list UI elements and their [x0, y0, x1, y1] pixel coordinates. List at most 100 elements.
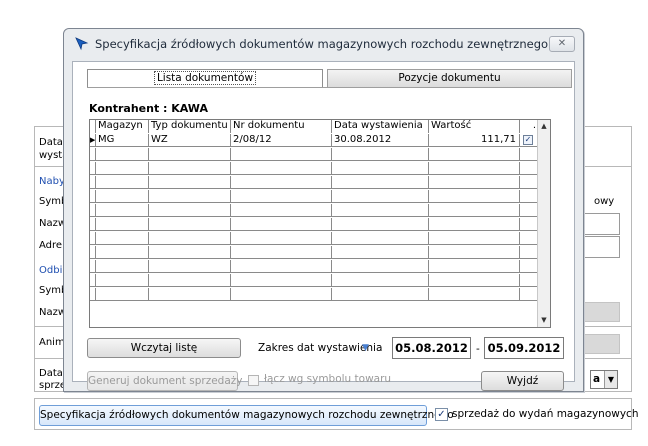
empty-cell[interactable]	[332, 162, 429, 175]
empty-cell[interactable]	[96, 218, 149, 231]
sales-checkbox[interactable]: ✓	[435, 408, 448, 421]
empty-table-row[interactable]	[90, 260, 539, 273]
empty-cell[interactable]	[149, 246, 231, 259]
empty-cell[interactable]	[149, 288, 231, 301]
empty-cell[interactable]	[149, 190, 231, 203]
empty-cell[interactable]	[429, 162, 520, 175]
empty-cell[interactable]	[231, 218, 332, 231]
empty-table-row[interactable]	[90, 232, 539, 245]
empty-cell[interactable]	[96, 190, 149, 203]
empty-cell[interactable]	[96, 148, 149, 161]
dialog-titlebar[interactable]: Specyfikacja źródłowych dokumentów magaz…	[64, 29, 583, 59]
app-arrow-icon	[75, 37, 89, 51]
empty-cell[interactable]	[429, 190, 520, 203]
bg-combo-box[interactable]: a ▼	[590, 370, 618, 389]
empty-cell[interactable]	[231, 176, 332, 189]
cell-issue-date[interactable]: 30.08.2012	[332, 134, 429, 147]
empty-cell[interactable]	[149, 232, 231, 245]
empty-table-row[interactable]	[90, 204, 539, 217]
empty-cell[interactable]	[149, 148, 231, 161]
empty-cell[interactable]	[149, 204, 231, 217]
empty-cell[interactable]	[332, 288, 429, 301]
empty-cell[interactable]	[231, 246, 332, 259]
empty-table-row[interactable]	[90, 274, 539, 287]
empty-cell[interactable]	[149, 162, 231, 175]
scroll-up-arrow-icon[interactable]: ▲	[538, 120, 550, 133]
empty-cell[interactable]	[231, 232, 332, 245]
scroll-down-arrow-icon[interactable]: ▼	[538, 314, 550, 327]
source-documents-spec-button[interactable]: Specyfikacja źródłowych dokumentów magaz…	[39, 405, 454, 426]
empty-table-row[interactable]	[90, 190, 539, 203]
empty-table-row[interactable]	[90, 288, 539, 301]
tab-document-items[interactable]: Pozycje dokumentu	[327, 69, 572, 88]
date-from-field[interactable]: 05.08.2012	[392, 337, 471, 359]
empty-cell[interactable]	[231, 274, 332, 287]
documents-grid[interactable]: Magazyn Typ dokumentu Nr dokumentu Data …	[89, 119, 551, 328]
empty-cell[interactable]	[96, 204, 149, 217]
empty-cell[interactable]	[231, 148, 332, 161]
empty-cell[interactable]	[429, 176, 520, 189]
empty-cell[interactable]	[332, 148, 429, 161]
load-list-button[interactable]: Wczytaj listę	[87, 338, 241, 358]
empty-table-row[interactable]	[90, 148, 539, 161]
empty-cell[interactable]	[429, 246, 520, 259]
empty-cell[interactable]	[429, 274, 520, 287]
col-header-warehouse[interactable]: Magazyn	[96, 120, 149, 133]
empty-cell[interactable]	[332, 204, 429, 217]
empty-cell[interactable]	[96, 288, 149, 301]
empty-cell[interactable]	[231, 190, 332, 203]
cell-value[interactable]: 111,71	[429, 134, 520, 147]
empty-cell[interactable]	[231, 260, 332, 273]
empty-cell[interactable]	[96, 232, 149, 245]
empty-cell[interactable]	[231, 162, 332, 175]
cell-doc-number[interactable]: 2/08/12	[231, 134, 332, 147]
bg-input-1[interactable]	[584, 213, 620, 235]
grid-vertical-scrollbar[interactable]: ▲ ▼	[537, 120, 550, 327]
empty-table-row[interactable]	[90, 176, 539, 189]
row-checkbox[interactable]: ✓	[523, 135, 533, 145]
empty-cell[interactable]	[332, 218, 429, 231]
empty-cell[interactable]	[149, 260, 231, 273]
empty-cell[interactable]	[231, 288, 332, 301]
tab-document-list[interactable]: Lista dokumentów	[87, 69, 323, 88]
empty-cell[interactable]	[149, 274, 231, 287]
cell-doc-type[interactable]: WZ	[149, 134, 231, 147]
col-header-issue-date[interactable]: Data wystawienia	[332, 120, 429, 133]
empty-cell[interactable]	[429, 232, 520, 245]
col-header-doc-type[interactable]: Typ dokumentu	[149, 120, 231, 133]
empty-cell[interactable]	[96, 176, 149, 189]
empty-cell[interactable]	[332, 190, 429, 203]
empty-cell[interactable]	[429, 204, 520, 217]
empty-table-row[interactable]	[90, 218, 539, 231]
group-by-symbol-checkbox[interactable]	[248, 375, 259, 386]
chevron-down-icon[interactable]: ▼	[604, 371, 617, 388]
empty-cell[interactable]	[149, 218, 231, 231]
empty-cell[interactable]	[429, 288, 520, 301]
empty-cell[interactable]	[96, 246, 149, 259]
empty-table-row[interactable]	[90, 162, 539, 175]
empty-table-row[interactable]	[90, 246, 539, 259]
empty-cell[interactable]	[332, 274, 429, 287]
empty-cell[interactable]	[96, 260, 149, 273]
col-header-value[interactable]: Wartość	[429, 120, 520, 133]
empty-cell[interactable]	[429, 218, 520, 231]
empty-cell[interactable]	[332, 232, 429, 245]
empty-cell[interactable]	[332, 176, 429, 189]
date-to-field[interactable]: 05.09.2012	[484, 337, 564, 359]
close-icon[interactable]: ✕	[549, 36, 575, 52]
empty-cell[interactable]	[332, 260, 429, 273]
empty-cell[interactable]	[96, 162, 149, 175]
table-row[interactable]: ▶ MG WZ 2/08/12 30.08.2012 111,71 ✓	[90, 134, 539, 147]
empty-cell[interactable]	[429, 260, 520, 273]
empty-cell[interactable]	[332, 246, 429, 259]
generate-sales-document-button[interactable]: Generuj dokument sprzedaży	[87, 371, 243, 391]
bg-input-2[interactable]	[584, 236, 620, 258]
sales-checkbox-label: sprzedaż do wydań magazynowych	[452, 408, 639, 420]
empty-cell[interactable]	[96, 274, 149, 287]
cell-warehouse[interactable]: MG	[96, 134, 149, 147]
empty-cell[interactable]	[231, 204, 332, 217]
exit-button[interactable]: Wyjdź	[481, 371, 564, 391]
empty-cell[interactable]	[149, 176, 231, 189]
col-header-doc-number[interactable]: Nr dokumentu	[231, 120, 332, 133]
empty-cell[interactable]	[429, 148, 520, 161]
